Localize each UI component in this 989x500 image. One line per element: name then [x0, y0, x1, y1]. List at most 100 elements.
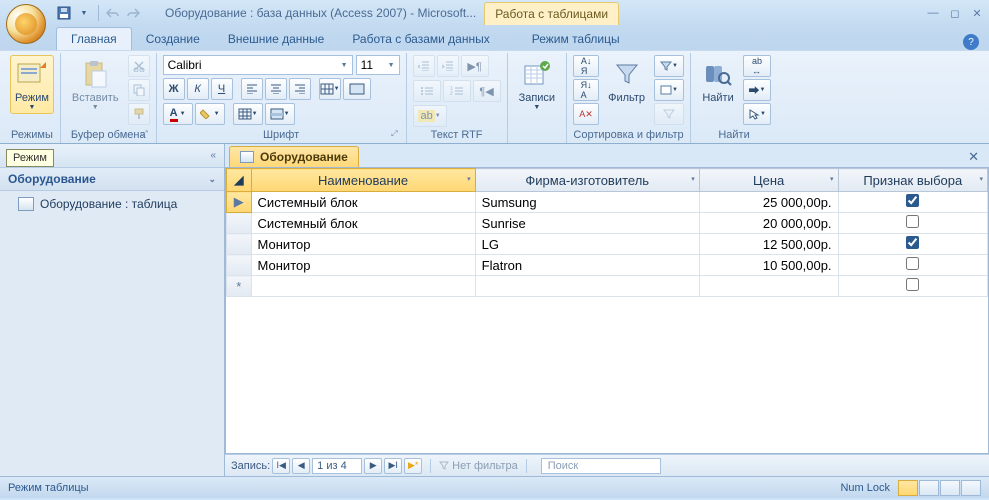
datasheet[interactable]: ◢ Наименование▾ Фирма-изготовитель▾ Цена…: [225, 168, 989, 454]
column-header-name[interactable]: Наименование▾: [251, 169, 475, 192]
font-name-combo[interactable]: Calibri▼: [163, 55, 353, 75]
nav-item-table[interactable]: Оборудование : таблица: [0, 191, 224, 217]
table-row[interactable]: Системный блок Sunrise 20 000,00р.: [227, 213, 988, 234]
replace-button[interactable]: ab↔: [743, 55, 771, 77]
increase-indent-button[interactable]: [437, 55, 459, 77]
column-header-maker[interactable]: Фирма-изготовитель▾: [475, 169, 699, 192]
cell-name[interactable]: Монитор: [251, 234, 475, 255]
goto-button[interactable]: ⮕▼: [743, 79, 771, 101]
new-record-button[interactable]: ▶*: [404, 458, 422, 474]
paste-button[interactable]: Вставить ▼: [67, 55, 124, 114]
flag-checkbox[interactable]: [906, 278, 919, 291]
cell-name[interactable]: Монитор: [251, 255, 475, 276]
nav-collapse-icon[interactable]: «: [210, 150, 216, 161]
cell-price[interactable]: 25 000,00р.: [699, 192, 838, 213]
table-row[interactable]: ▶ Системный блок Sumsung 25 000,00р.: [227, 192, 988, 213]
toggle-filter-button[interactable]: [654, 103, 684, 125]
flag-checkbox[interactable]: [906, 215, 919, 228]
highlight-button[interactable]: ab▼: [413, 105, 447, 127]
cell-flag[interactable]: [838, 213, 987, 234]
ltr-button[interactable]: ▶¶: [461, 55, 489, 77]
select-all-cell[interactable]: ◢: [227, 169, 252, 192]
records-button[interactable]: Записи ▼: [514, 55, 561, 114]
new-record-row[interactable]: *: [227, 276, 988, 297]
search-box[interactable]: Поиск: [541, 458, 661, 474]
filter-button[interactable]: Фильтр: [603, 55, 650, 107]
rtl-button[interactable]: ¶◀: [473, 80, 501, 102]
nav-category[interactable]: Оборудование ⌄: [0, 168, 224, 191]
datasheet-view-button[interactable]: [898, 480, 918, 496]
cell-flag[interactable]: [838, 255, 987, 276]
decrease-indent-button[interactable]: [413, 55, 435, 77]
pivot-table-view-button[interactable]: [919, 480, 939, 496]
row-selector[interactable]: *: [227, 276, 252, 297]
sort-desc-button[interactable]: Я↓А: [573, 79, 599, 101]
row-selector[interactable]: [227, 255, 252, 276]
row-selector[interactable]: ▶: [227, 192, 252, 213]
table-row[interactable]: Монитор Flatron 10 500,00р.: [227, 255, 988, 276]
minimize-button[interactable]: —: [925, 7, 941, 20]
column-header-flag[interactable]: Признак выбора▾: [838, 169, 987, 192]
qat-dropdown-icon[interactable]: ▼: [76, 5, 92, 21]
cell-flag[interactable]: [838, 192, 987, 213]
italic-button[interactable]: К: [187, 78, 209, 100]
row-selector[interactable]: [227, 213, 252, 234]
selection-filter-button[interactable]: ▼: [654, 55, 684, 77]
align-left-button[interactable]: [241, 78, 263, 100]
bold-button[interactable]: Ж: [163, 78, 185, 100]
undo-icon[interactable]: [105, 5, 121, 21]
redo-icon[interactable]: [125, 5, 141, 21]
gridlines-button[interactable]: ▼: [319, 78, 341, 100]
alt-fill-button[interactable]: ▼: [265, 103, 295, 125]
cell-name[interactable]: Системный блок: [251, 213, 475, 234]
find-button[interactable]: Найти: [697, 55, 739, 107]
document-tab[interactable]: Оборудование: [229, 146, 359, 167]
save-icon[interactable]: [56, 5, 72, 21]
alt-gridlines-button[interactable]: ▼: [233, 103, 263, 125]
advanced-filter-button[interactable]: ▼: [654, 79, 684, 101]
text-direction-button[interactable]: [343, 78, 371, 100]
tab-datasheet[interactable]: Режим таблицы: [518, 28, 634, 50]
numbering-button[interactable]: 12: [443, 80, 471, 102]
format-painter-button[interactable]: [128, 103, 150, 125]
prev-record-button[interactable]: ◀: [292, 458, 310, 474]
first-record-button[interactable]: I◀: [272, 458, 290, 474]
last-record-button[interactable]: ▶I: [384, 458, 402, 474]
clear-sort-button[interactable]: А✕: [573, 103, 599, 125]
cell-flag[interactable]: [838, 234, 987, 255]
record-position-field[interactable]: 1 из 4: [312, 458, 362, 474]
view-button[interactable]: Режим ▼: [10, 55, 54, 114]
select-button[interactable]: ▼: [743, 103, 771, 125]
tab-create[interactable]: Создание: [132, 28, 214, 50]
cell-maker[interactable]: Sumsung: [475, 192, 699, 213]
design-view-button[interactable]: [961, 480, 981, 496]
align-right-button[interactable]: [289, 78, 311, 100]
cell-price[interactable]: 20 000,00р.: [699, 213, 838, 234]
cell-maker[interactable]: LG: [475, 234, 699, 255]
pivot-chart-view-button[interactable]: [940, 480, 960, 496]
cell-name[interactable]: Системный блок: [251, 192, 475, 213]
filter-indicator[interactable]: Нет фильтра: [439, 460, 518, 472]
help-icon[interactable]: ?: [963, 34, 979, 50]
column-header-price[interactable]: Цена▾: [699, 169, 838, 192]
align-center-button[interactable]: [265, 78, 287, 100]
table-row[interactable]: Монитор LG 12 500,00р.: [227, 234, 988, 255]
office-button[interactable]: [6, 4, 46, 44]
font-color-button[interactable]: A▼: [163, 103, 193, 125]
cell-maker[interactable]: Sunrise: [475, 213, 699, 234]
cell-maker[interactable]: Flatron: [475, 255, 699, 276]
copy-button[interactable]: [128, 79, 150, 101]
flag-checkbox[interactable]: [906, 236, 919, 249]
tab-home[interactable]: Главная: [56, 27, 132, 50]
cell-price[interactable]: 12 500,00р.: [699, 234, 838, 255]
tab-database-tools[interactable]: Работа с базами данных: [338, 28, 503, 50]
next-record-button[interactable]: ▶: [364, 458, 382, 474]
close-button[interactable]: ✕: [969, 7, 985, 20]
restore-button[interactable]: ◻: [947, 7, 963, 20]
tab-external-data[interactable]: Внешние данные: [214, 28, 339, 50]
cell-price[interactable]: 10 500,00р.: [699, 255, 838, 276]
row-selector[interactable]: [227, 234, 252, 255]
cut-button[interactable]: [128, 55, 150, 77]
flag-checkbox[interactable]: [906, 194, 919, 207]
sort-asc-button[interactable]: А↓Я: [573, 55, 599, 77]
